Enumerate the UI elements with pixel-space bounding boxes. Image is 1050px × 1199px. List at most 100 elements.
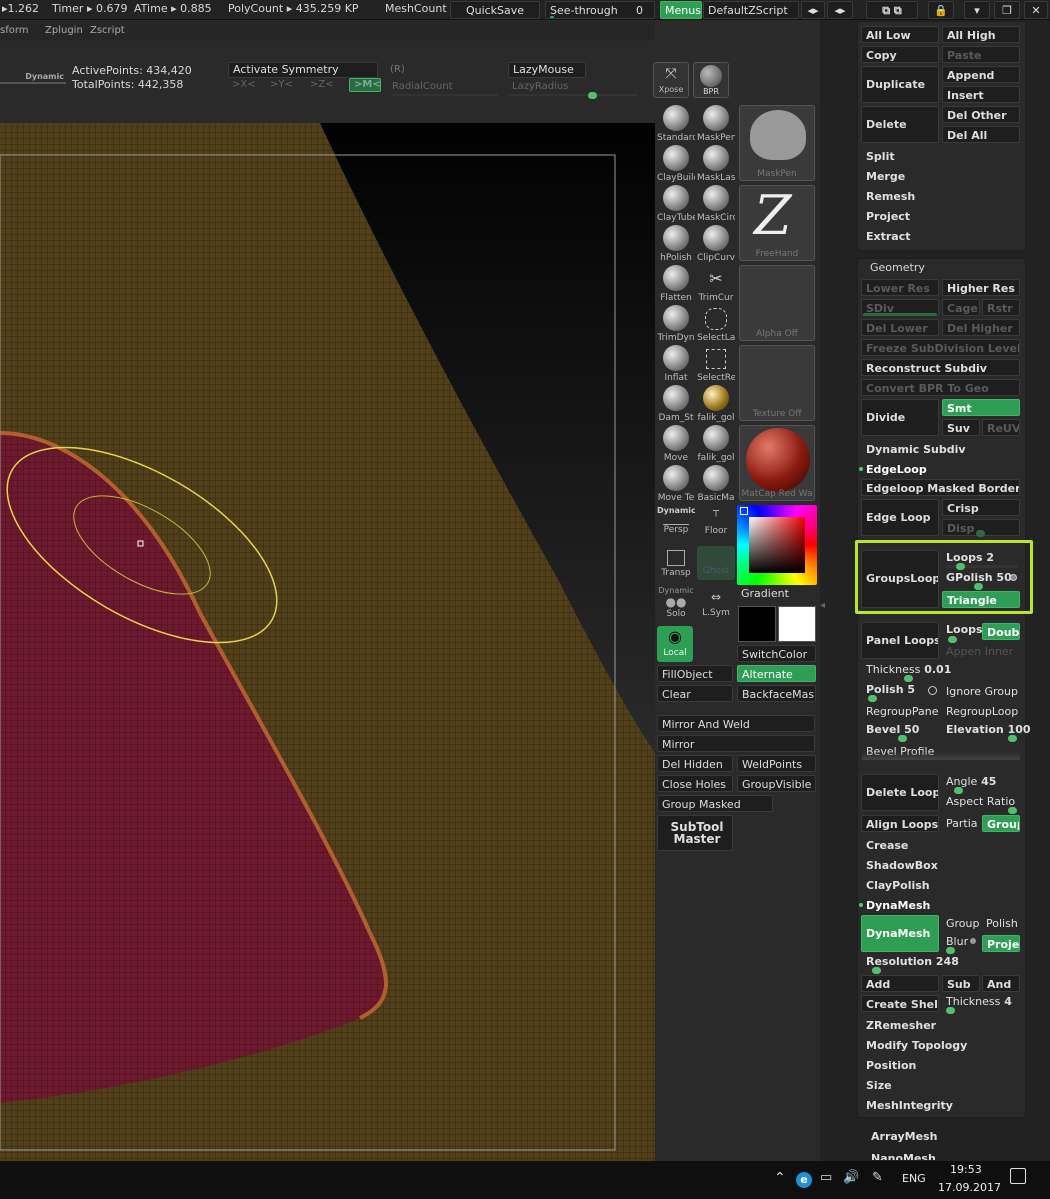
resolution-slider[interactable]: Resolution 248 bbox=[866, 955, 959, 968]
create-shell-button[interactable]: Create Shell bbox=[861, 995, 939, 1012]
local-button[interactable]: ◉ Local bbox=[657, 626, 693, 662]
divide-button[interactable]: Divide bbox=[861, 399, 939, 436]
loops-knob[interactable] bbox=[956, 563, 965, 570]
clock-time[interactable]: 19:53 bbox=[950, 1163, 982, 1176]
default-zscript-button[interactable]: DefaultZScript bbox=[703, 1, 799, 19]
brush-hpolish[interactable]: hPolish bbox=[657, 225, 695, 263]
brush-trimcurve[interactable]: ✂ TrimCur bbox=[697, 265, 735, 303]
thickness2-knob[interactable] bbox=[946, 1007, 955, 1014]
brush-standard[interactable]: Standard bbox=[657, 105, 695, 143]
position-subpalette[interactable]: Position bbox=[866, 1059, 916, 1072]
brush-masklasso[interactable]: MaskLas bbox=[697, 145, 735, 183]
tray-chevron-icon[interactable]: ⌃ bbox=[774, 1170, 786, 1186]
clear-button[interactable]: Clear bbox=[657, 685, 733, 702]
activate-symmetry-button[interactable]: Activate Symmetry bbox=[228, 62, 378, 78]
thickness-knob[interactable] bbox=[904, 675, 913, 682]
matcap-preview[interactable]: MatCap Red Wa bbox=[739, 425, 815, 501]
delete-loops-button[interactable]: Delete Loops bbox=[861, 774, 939, 811]
partial-toggle[interactable]: Partia bbox=[946, 817, 978, 830]
loops-slider[interactable]: Loops 2 bbox=[946, 551, 994, 564]
network-icon[interactable]: ▭ bbox=[820, 1170, 832, 1185]
polish-toggle[interactable]: Polish bbox=[986, 917, 1018, 930]
menu-item-zplugin[interactable]: Zplugin bbox=[45, 25, 83, 36]
merge-subpalette[interactable]: Merge bbox=[866, 170, 905, 183]
volume-icon[interactable]: 🔊 bbox=[843, 1170, 859, 1185]
crisp-toggle[interactable]: Crisp bbox=[942, 499, 1020, 516]
suv-toggle[interactable]: Suv bbox=[942, 419, 980, 436]
secondary-color-swatch[interactable] bbox=[738, 606, 776, 642]
minimize-icon[interactable]: ▾ bbox=[964, 1, 990, 19]
resolution-knob[interactable] bbox=[872, 967, 881, 974]
axis-y-button[interactable]: >Y< bbox=[270, 79, 293, 90]
lower-res-button[interactable]: Lower Res bbox=[861, 279, 939, 296]
cage-button[interactable]: Cage bbox=[942, 299, 980, 316]
sub-button[interactable]: Sub bbox=[942, 975, 980, 992]
brush-damstandard[interactable]: Dam_St bbox=[657, 385, 695, 423]
blur-knob[interactable] bbox=[946, 947, 955, 954]
brush-flatten[interactable]: Flatten bbox=[657, 265, 695, 303]
panel-scroll-arrow[interactable]: ◂ bbox=[820, 600, 830, 614]
lock-icon[interactable]: 🔒 bbox=[928, 1, 954, 19]
smt-toggle[interactable]: Smt bbox=[942, 399, 1020, 416]
material-basic[interactable]: BasicMa bbox=[697, 465, 735, 503]
copy-button[interactable]: Copy bbox=[861, 46, 939, 63]
gpolish-knob[interactable] bbox=[974, 583, 983, 590]
duplicate-button[interactable]: Duplicate bbox=[861, 66, 939, 103]
brush-falik-gold-2[interactable]: falik_gol bbox=[697, 425, 735, 463]
paste-button[interactable]: Paste bbox=[942, 46, 1020, 63]
ignore-groups-circle-icon[interactable] bbox=[928, 686, 937, 695]
blur-circle-icon[interactable] bbox=[970, 938, 976, 944]
edgeloop-masked-border-button[interactable]: Edgeloop Masked Border bbox=[861, 479, 1020, 496]
brush-claybuild[interactable]: ClayBuild bbox=[657, 145, 695, 183]
remesh-subpalette[interactable]: Remesh bbox=[866, 190, 915, 203]
project-toggle[interactable]: Proje bbox=[982, 935, 1020, 952]
panel-loops-button[interactable]: Panel Loops bbox=[861, 622, 939, 659]
menu-item-zscript[interactable]: Zscript bbox=[90, 25, 125, 36]
lazymouse-button[interactable]: LazyMouse bbox=[508, 62, 586, 78]
mirror-button[interactable]: Mirror bbox=[657, 735, 815, 752]
backface-mask-button[interactable]: BackfaceMas bbox=[737, 685, 816, 702]
brush-clipcurve[interactable]: ClipCurv bbox=[697, 225, 735, 263]
brush-selectlasso[interactable]: SelectLa bbox=[697, 305, 735, 343]
freehand-preview[interactable]: Z FreeHand bbox=[739, 185, 815, 261]
menus-button[interactable]: Menus bbox=[660, 1, 702, 19]
alternate-button[interactable]: Alternate bbox=[737, 665, 816, 682]
del-other-button[interactable]: Del Other bbox=[942, 106, 1020, 123]
all-low-button[interactable]: All Low bbox=[861, 26, 939, 43]
fillobject-button[interactable]: FillObject bbox=[657, 665, 733, 682]
tray-icon[interactable]: ⧉ ⧉ bbox=[866, 1, 918, 19]
claypolish-subpalette[interactable]: ClayPolish bbox=[866, 879, 930, 892]
freeze-subdiv-button[interactable]: Freeze SubDivision Levels bbox=[861, 339, 1020, 356]
and-button[interactable]: And bbox=[982, 975, 1020, 992]
edge-loop-button[interactable]: Edge Loop bbox=[861, 499, 939, 536]
color-picker[interactable] bbox=[737, 505, 817, 585]
brush-falik-gold[interactable]: falik_gol bbox=[697, 385, 735, 423]
elevation-knob[interactable] bbox=[1008, 735, 1017, 742]
geometry-title[interactable]: Geometry bbox=[870, 261, 925, 274]
brush-selectrect[interactable]: SelectRe bbox=[697, 345, 735, 383]
group-masked-button[interactable]: Group Masked bbox=[657, 795, 773, 812]
close-holes-button[interactable]: Close Holes bbox=[657, 775, 733, 792]
edge-browser-icon[interactable]: e bbox=[796, 1172, 812, 1188]
all-high-button[interactable]: All High bbox=[942, 26, 1020, 43]
disp-knob[interactable] bbox=[976, 530, 985, 537]
size-subpalette[interactable]: Size bbox=[866, 1079, 892, 1092]
regroup-panel-toggle[interactable]: RegroupPane bbox=[866, 705, 938, 718]
gradient-label[interactable]: Gradient bbox=[741, 587, 789, 600]
maskpen-preview[interactable]: MaskPen bbox=[739, 105, 815, 181]
lazyradius-label[interactable]: LazyRadius bbox=[512, 81, 568, 92]
language-indicator[interactable]: ENG bbox=[902, 1172, 926, 1185]
axis-x-button[interactable]: >X< bbox=[232, 79, 256, 90]
higher-res-button[interactable]: Higher Res bbox=[942, 279, 1020, 296]
viewport[interactable] bbox=[0, 103, 655, 1161]
del-lower-button[interactable]: Del Lower bbox=[861, 319, 939, 336]
align-loops-button[interactable]: Align Loops bbox=[861, 815, 939, 832]
clock-date[interactable]: 17.09.2017 bbox=[938, 1181, 1001, 1194]
extract-subpalette[interactable]: Extract bbox=[866, 230, 911, 243]
bpr-button[interactable]: BPR bbox=[693, 62, 729, 98]
xpose-button[interactable]: ⤧ Xpose bbox=[653, 62, 689, 98]
pen-icon[interactable]: ✎ bbox=[872, 1170, 883, 1185]
weldpoints-button[interactable]: WeldPoints bbox=[737, 755, 816, 772]
del-hidden-button[interactable]: Del Hidden bbox=[657, 755, 733, 772]
radial-count-label[interactable]: RadialCount bbox=[392, 81, 453, 92]
